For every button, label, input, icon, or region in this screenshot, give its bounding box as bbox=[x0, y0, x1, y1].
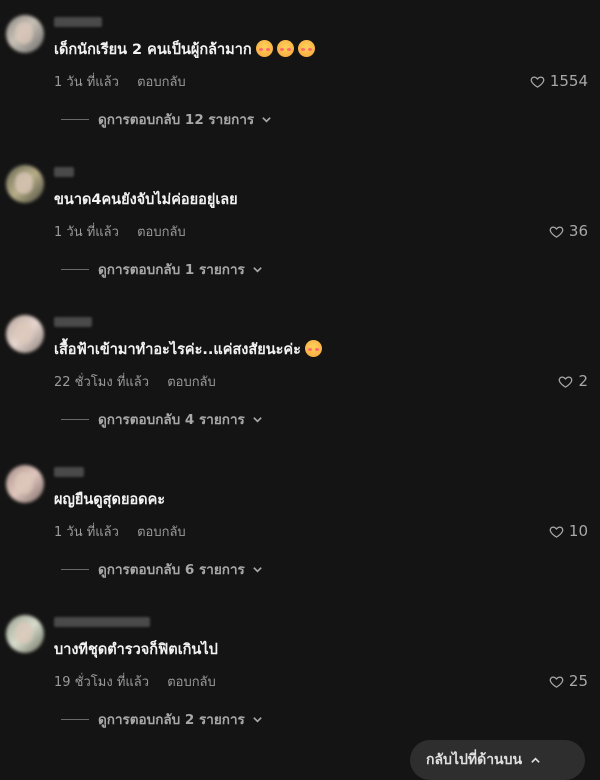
view-replies-label: ดูการตอบกลับ 4 รายการ bbox=[98, 412, 245, 428]
view-replies-label: ดูการตอบกลับ 2 รายการ bbox=[98, 712, 245, 728]
view-replies-button[interactable]: ดูการตอบกลับ 2 รายการ bbox=[61, 708, 263, 730]
view-replies-label: ดูการตอบกลับ 1 รายการ bbox=[98, 262, 245, 278]
like-button[interactable]: 2 bbox=[558, 372, 588, 390]
comment-meta: 1 วัน ที่แล้ว ตอบกลับ bbox=[54, 71, 186, 92]
heart-icon bbox=[549, 225, 564, 238]
reply-button[interactable]: ตอบกลับ bbox=[137, 75, 186, 90]
view-replies-label: ดูการตอบกลับ 6 รายการ bbox=[98, 562, 245, 578]
emoji-icon bbox=[255, 40, 273, 57]
divider bbox=[61, 268, 89, 270]
reply-button[interactable]: ตอบกลับ bbox=[167, 375, 216, 390]
comment-meta: 1 วัน ที่แล้ว ตอบกลับ bbox=[54, 221, 186, 242]
chevron-down-icon bbox=[253, 266, 262, 273]
avatar[interactable] bbox=[6, 465, 44, 503]
like-button[interactable]: 25 bbox=[549, 672, 588, 690]
chevron-down-icon bbox=[253, 566, 262, 573]
like-button[interactable]: 1554 bbox=[530, 72, 588, 90]
avatar[interactable] bbox=[6, 315, 44, 353]
comment-item: ขนาด4คนยังจับไม่ค่อยอยู่เลย 1 วัน ที่แล้… bbox=[0, 150, 600, 300]
username-blurred[interactable] bbox=[54, 317, 92, 327]
comment-item: เด็กนักเรียน 2 คนเป็นผู้กล้ามาก 1 วัน ที… bbox=[0, 0, 600, 150]
emoji-icon bbox=[276, 40, 294, 57]
avatar[interactable] bbox=[6, 165, 44, 203]
view-replies-label: ดูการตอบกลับ 12 รายการ bbox=[98, 112, 255, 128]
like-count: 2 bbox=[578, 372, 588, 390]
view-replies-button[interactable]: ดูการตอบกลับ 6 รายการ bbox=[61, 558, 263, 580]
heart-icon bbox=[549, 675, 564, 688]
divider bbox=[61, 718, 89, 720]
view-replies-button[interactable]: ดูการตอบกลับ 12 รายการ bbox=[61, 108, 272, 130]
comment-text: เสื้อฟ้าเข้ามาทำอะไรค่ะ..แค่สงสัยนะค่ะ bbox=[54, 338, 322, 361]
like-count: 36 bbox=[568, 222, 588, 240]
username-blurred[interactable] bbox=[54, 167, 74, 177]
chevron-down-icon bbox=[253, 416, 262, 423]
view-replies-button[interactable]: ดูการตอบกลับ 1 รายการ bbox=[61, 258, 263, 280]
reply-button[interactable]: ตอบกลับ bbox=[167, 675, 216, 690]
like-count: 1554 bbox=[549, 72, 588, 90]
comment-item: บางทีชุดตำรวจก็ฟิตเกินไป 19 ชั่วโมง ที่แ… bbox=[0, 600, 600, 750]
avatar[interactable] bbox=[6, 15, 44, 53]
comment-text: เด็กนักเรียน 2 คนเป็นผู้กล้ามาก bbox=[54, 38, 315, 61]
heart-icon bbox=[559, 375, 573, 388]
like-button[interactable]: 36 bbox=[549, 222, 588, 240]
heart-icon bbox=[530, 75, 545, 88]
comment-time: 1 วัน ที่แล้ว bbox=[54, 75, 119, 90]
comment-meta: 1 วัน ที่แล้ว ตอบกลับ bbox=[54, 521, 186, 542]
divider bbox=[61, 418, 89, 420]
comment-item: เสื้อฟ้าเข้ามาทำอะไรค่ะ..แค่สงสัยนะค่ะ 2… bbox=[0, 300, 600, 450]
like-count: 25 bbox=[568, 672, 588, 690]
comment-time: 19 ชั่วโมง ที่แล้ว bbox=[54, 675, 150, 690]
heart-icon bbox=[549, 525, 564, 538]
like-button[interactable]: 10 bbox=[549, 522, 588, 540]
username-blurred[interactable] bbox=[54, 617, 150, 627]
reply-button[interactable]: ตอบกลับ bbox=[137, 525, 186, 540]
divider bbox=[61, 568, 89, 570]
comment-meta: 22 ชั่วโมง ที่แล้ว ตอบกลับ bbox=[54, 371, 216, 392]
divider bbox=[61, 118, 89, 120]
back-to-top-button[interactable]: กลับไปที่ด้านบน bbox=[410, 740, 585, 780]
reply-button[interactable]: ตอบกลับ bbox=[137, 225, 186, 240]
avatar[interactable] bbox=[6, 615, 44, 653]
comment-text: ผญยืนดูสุดยอดคะ bbox=[54, 492, 166, 508]
comment-time: 1 วัน ที่แล้ว bbox=[54, 525, 119, 540]
comment-time: 22 ชั่วโมง ที่แล้ว bbox=[54, 375, 150, 390]
comment-meta: 19 ชั่วโมง ที่แล้ว ตอบกลับ bbox=[54, 671, 216, 692]
chevron-down-icon bbox=[262, 116, 271, 123]
chevron-up-icon bbox=[531, 756, 540, 763]
comment-item: ผญยืนดูสุดยอดคะ 1 วัน ที่แล้ว ตอบกลับ 10… bbox=[0, 450, 600, 600]
username-blurred[interactable] bbox=[54, 17, 102, 27]
view-replies-button[interactable]: ดูการตอบกลับ 4 รายการ bbox=[61, 408, 263, 430]
emoji-icon bbox=[304, 340, 322, 357]
comment-time: 1 วัน ที่แล้ว bbox=[54, 225, 119, 240]
chevron-down-icon bbox=[253, 716, 262, 723]
username-blurred[interactable] bbox=[54, 467, 84, 477]
back-to-top-label: กลับไปที่ด้านบน bbox=[426, 752, 523, 768]
emoji-icon bbox=[297, 40, 315, 57]
comment-text: บางทีชุดตำรวจก็ฟิตเกินไป bbox=[54, 642, 218, 658]
comment-text: ขนาด4คนยังจับไม่ค่อยอยู่เลย bbox=[54, 192, 238, 208]
like-count: 10 bbox=[568, 522, 588, 540]
